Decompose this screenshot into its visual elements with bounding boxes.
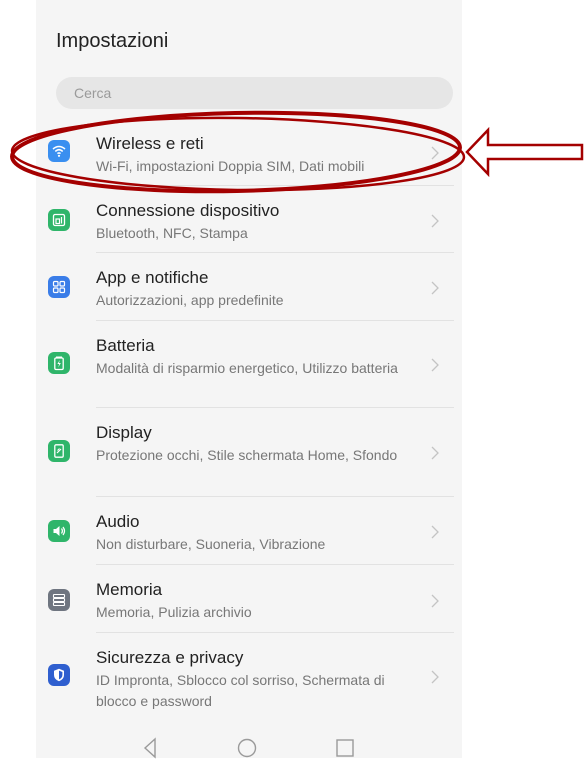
speaker-icon xyxy=(48,520,70,542)
chevron-right-icon xyxy=(430,524,440,540)
home-icon[interactable] xyxy=(235,736,259,760)
app-bar: Impostazioni xyxy=(36,0,462,68)
chevron-right-icon xyxy=(430,669,440,685)
item-description: Memoria, Pulizia archivio xyxy=(96,604,252,620)
settings-item-display[interactable]: Display Protezione occhi, Stile schermat… xyxy=(36,408,462,497)
chevron-right-icon xyxy=(430,145,440,161)
chevron-right-icon xyxy=(430,357,440,373)
recents-icon[interactable] xyxy=(333,736,357,760)
item-label: Sicurezza e privacy xyxy=(96,648,244,667)
page-title: Impostazioni xyxy=(56,30,169,52)
chevron-right-icon xyxy=(430,280,440,296)
search-input[interactable]: Cerca xyxy=(56,77,453,109)
item-label: Connessione dispositivo xyxy=(96,201,280,220)
item-description: ID Impronta, Sblocco col sorriso, Scherm… xyxy=(96,672,385,709)
back-icon[interactable] xyxy=(139,736,163,760)
chevron-right-icon xyxy=(430,593,440,609)
item-label: Audio xyxy=(96,512,140,531)
settings-item-wireless[interactable]: Wireless e reti Wi-Fi, impostazioni Dopp… xyxy=(36,118,462,186)
device-connection-icon xyxy=(48,209,70,231)
chevron-right-icon xyxy=(430,213,440,229)
battery-icon xyxy=(48,352,70,374)
settings-item-audio[interactable]: Audio Non disturbare, Suoneria, Vibrazio… xyxy=(36,497,462,565)
item-description: Modalità di risparmio energetico, Utiliz… xyxy=(96,360,398,376)
item-label: Display xyxy=(96,423,152,442)
storage-icon xyxy=(48,589,70,611)
item-description: Non disturbare, Suoneria, Vibrazione xyxy=(96,536,326,552)
item-description: Protezione occhi, Stile schermata Home, … xyxy=(96,447,398,463)
settings-item-device-connection[interactable]: Connessione dispositivo Bluetooth, NFC, … xyxy=(36,186,462,253)
item-label: Wireless e reti xyxy=(96,134,204,153)
shield-icon xyxy=(48,664,70,686)
settings-item-battery[interactable]: Batteria Modalità di risparmio energetic… xyxy=(36,321,462,408)
item-label: App e notifiche xyxy=(96,268,209,287)
item-label: Memoria xyxy=(96,580,163,599)
settings-item-apps[interactable]: App e notifiche Autorizzazioni, app pred… xyxy=(36,253,462,321)
settings-item-storage[interactable]: Memoria Memoria, Pulizia archivio xyxy=(36,565,462,633)
left-arrow-icon xyxy=(465,126,584,178)
chevron-right-icon xyxy=(430,445,440,461)
apps-grid-icon xyxy=(48,276,70,298)
settings-item-security[interactable]: Sicurezza e privacy ID Impronta, Sblocco… xyxy=(36,633,462,721)
item-description: Bluetooth, NFC, Stampa xyxy=(96,225,248,241)
display-icon xyxy=(48,440,70,462)
wifi-icon xyxy=(48,140,70,162)
item-label: Batteria xyxy=(96,336,155,355)
navigation-bar xyxy=(36,722,462,760)
item-description: Wi-Fi, impostazioni Doppia SIM, Dati mob… xyxy=(96,158,365,174)
settings-screen: Impostazioni Cerca Wireless e reti Wi-Fi… xyxy=(36,0,462,760)
item-description: Autorizzazioni, app predefinite xyxy=(96,292,284,308)
